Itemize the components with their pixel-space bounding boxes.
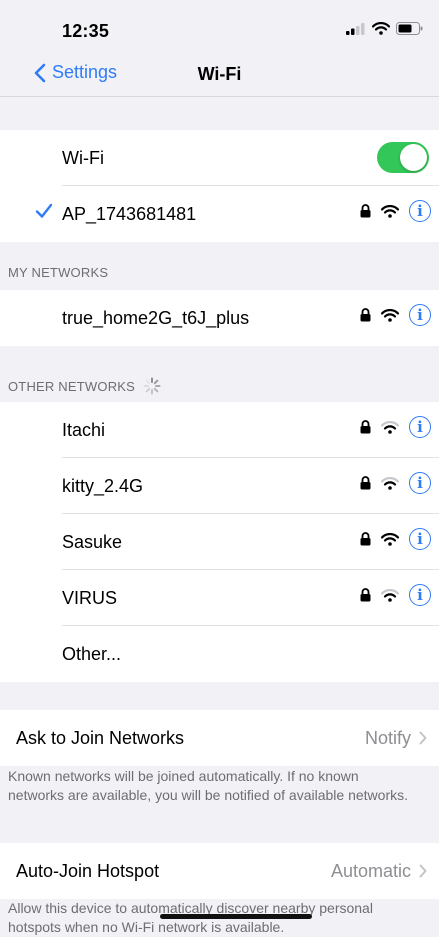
network-name: Sasuke (62, 531, 123, 552)
navigation-bar: Settings Wi-Fi (0, 56, 439, 97)
status-time: 12:35 (62, 21, 110, 41)
ask-to-join-group: Ask to Join Networks Notify (0, 710, 439, 766)
loading-spinner-icon (143, 377, 161, 395)
network-row[interactable]: kitty_2.4G i (0, 458, 439, 514)
toggle-knob (400, 144, 427, 171)
lock-icon (360, 532, 371, 546)
connected-network-row[interactable]: AP_1743681481 i (0, 186, 439, 242)
auto-join-value: Automatic (330, 860, 411, 881)
status-bar: 12:35 (0, 0, 439, 56)
network-row[interactable]: VIRUS i (0, 570, 439, 626)
network-icons: i (360, 304, 431, 326)
my-networks-header: MY NETWORKS (8, 265, 108, 280)
chevron-right-icon (419, 864, 427, 878)
auto-join-group: Auto-Join Hotspot Automatic (0, 843, 439, 899)
cellular-signal-icon (346, 22, 365, 35)
info-icon[interactable]: i (409, 416, 431, 438)
auto-join-row[interactable]: Auto-Join Hotspot Automatic (0, 843, 439, 899)
wifi-signal-icon (381, 588, 399, 602)
network-row[interactable]: Itachi i (0, 402, 439, 458)
network-name: true_home2G_t6J_plus (62, 307, 250, 328)
wifi-signal-icon (381, 308, 399, 322)
info-icon[interactable]: i (409, 472, 431, 494)
auto-join-label: Auto-Join Hotspot (16, 860, 160, 881)
info-icon[interactable]: i (409, 528, 431, 550)
status-icons (346, 22, 423, 35)
network-icons: i (360, 584, 431, 606)
other-networks-header: OTHER NETWORKS (8, 377, 161, 395)
network-icons: i (360, 416, 431, 438)
info-icon[interactable]: i (409, 304, 431, 326)
network-row[interactable]: Sasuke i (0, 514, 439, 570)
battery-icon (396, 22, 423, 35)
info-icon[interactable]: i (409, 200, 431, 222)
ask-to-join-footnote: Known networks will be joined automatica… (8, 768, 408, 803)
info-icon[interactable]: i (409, 584, 431, 606)
network-icons: i (360, 472, 431, 494)
checkmark-icon (35, 203, 53, 218)
lock-icon (360, 308, 371, 322)
network-name: Itachi (62, 419, 106, 440)
network-icons: i (360, 200, 431, 222)
wifi-signal-icon (381, 476, 399, 490)
ask-to-join-row[interactable]: Ask to Join Networks Notify (0, 710, 439, 766)
ask-to-join-value: Notify (364, 727, 411, 748)
wifi-toggle[interactable] (377, 142, 429, 173)
lock-icon (360, 588, 371, 602)
home-indicator[interactable] (160, 914, 312, 919)
other-network-label: Other... (62, 643, 122, 664)
wifi-group: Wi-Fi AP_1743681481 i (0, 130, 439, 242)
network-name: VIRUS (62, 587, 118, 608)
wifi-label: Wi-Fi (62, 147, 104, 168)
lock-icon (360, 204, 371, 218)
other-network-row[interactable]: Other... (0, 626, 439, 682)
chevron-right-icon (419, 731, 427, 745)
section-header-label: OTHER NETWORKS (8, 378, 136, 394)
wifi-signal-icon (381, 204, 399, 218)
network-name: kitty_2.4G (62, 475, 144, 496)
wifi-toggle-row: Wi-Fi (0, 130, 439, 186)
my-networks-group: true_home2G_t6J_plus i (0, 290, 439, 346)
network-icons: i (360, 528, 431, 550)
network-row[interactable]: true_home2G_t6J_plus i (0, 290, 439, 346)
other-networks-group: Itachi i kitty_2.4G i Sasuke i VIRUS i O… (0, 402, 439, 682)
section-header-label: MY NETWORKS (8, 265, 109, 280)
ask-to-join-label: Ask to Join Networks (16, 727, 185, 748)
wifi-signal-icon (381, 532, 399, 546)
lock-icon (360, 476, 371, 490)
wifi-signal-icon (381, 420, 399, 434)
wifi-status-icon (372, 22, 390, 35)
network-name: AP_1743681481 (62, 203, 197, 224)
lock-icon (360, 420, 371, 434)
page-title: Wi-Fi (197, 64, 242, 84)
